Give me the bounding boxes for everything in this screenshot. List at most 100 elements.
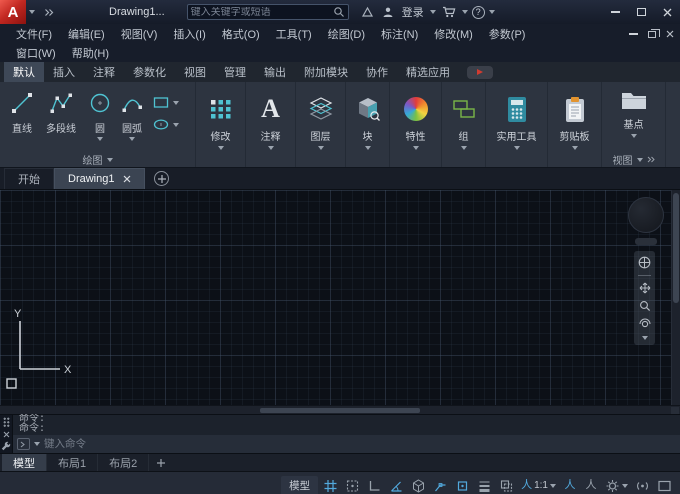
menu-draw[interactable]: 绘图(D) [320,26,373,42]
help-search-box[interactable] [187,4,349,20]
menu-edit[interactable]: 编辑(E) [60,26,113,42]
sign-in-button[interactable]: 登录 [402,4,424,20]
vertical-scrollbar[interactable] [671,190,680,405]
help-caret-icon[interactable] [489,10,495,14]
rectangle-tool-button[interactable] [152,95,179,110]
rectangle-flyout-caret-icon[interactable] [173,101,179,105]
search-input[interactable] [191,7,333,18]
minimize-button[interactable] [602,0,628,24]
viewcube[interactable] [628,197,664,233]
command-input[interactable] [44,438,680,450]
menu-file[interactable]: 文件(F) [8,26,60,42]
circle-flyout-caret-icon[interactable] [97,137,103,141]
menu-modify[interactable]: 修改(M) [426,26,481,42]
layout-tab-model[interactable]: 模型 [2,454,47,471]
panel-expand-icon[interactable] [647,156,655,163]
annotation-button[interactable]: A 注释 [246,82,295,167]
ribbon-tab-featured[interactable]: 精选应用 [397,62,459,82]
layout-tab-layout2[interactable]: 布局2 [98,454,149,471]
command-input-row[interactable] [13,435,680,453]
horizontal-scrollbar[interactable] [0,405,680,414]
ribbon-tab-view[interactable]: 视图 [175,62,215,82]
zoom-icon[interactable] [639,300,651,312]
ortho-mode-toggle[interactable] [365,476,384,494]
cart-caret-icon[interactable] [462,10,468,14]
ribbon-tab-insert[interactable]: 插入 [44,62,84,82]
new-layout-button[interactable] [149,454,173,471]
snap-mode-toggle[interactable] [343,476,362,494]
circle-tool-button[interactable]: 圆 [84,87,116,152]
wrench-icon[interactable] [1,441,11,451]
customize-command-icon[interactable] [17,438,30,450]
groups-button[interactable]: 组 [442,82,485,167]
ribbon-tab-addins[interactable]: 附加模块 [295,62,357,82]
viewcube-home-pill[interactable] [635,238,657,245]
modify-button[interactable]: 修改 [196,82,245,167]
ribbon-tab-manage[interactable]: 管理 [215,62,255,82]
search-icon[interactable] [333,6,345,18]
view-panel-title[interactable]: 视图 [602,152,665,167]
arc-flyout-caret-icon[interactable] [129,137,135,141]
new-drawing-button[interactable] [154,171,169,186]
draw-panel-title[interactable]: 绘图 [0,152,195,167]
annotation-monitor-toggle[interactable] [633,476,652,494]
horizontal-scroll-thumb[interactable] [260,408,420,413]
polyline-tool-button[interactable]: 多段线 [38,87,84,152]
app-menu-button[interactable]: A [0,0,26,24]
menu-insert[interactable]: 插入(I) [165,26,213,42]
app-menu-caret-icon[interactable] [29,10,35,14]
basepoint-button[interactable]: 基点 [602,82,665,152]
isodraft-toggle[interactable] [409,476,428,494]
steering-wheel-icon[interactable] [638,256,651,269]
annotation-autoscale-toggle[interactable]: 人 [582,476,600,494]
layers-button[interactable]: 图层 [296,82,345,167]
featured-videos-icon[interactable] [467,66,493,79]
orbit-icon[interactable] [639,318,651,330]
file-tab-close-icon[interactable] [123,175,131,183]
maximize-button[interactable] [628,0,654,24]
lineweight-toggle[interactable] [475,476,494,494]
drag-grip-icon[interactable] [3,417,10,428]
pan-icon[interactable] [639,282,651,294]
ellipse-tool-button[interactable] [152,117,179,132]
utilities-button[interactable]: 实用工具 [486,82,547,167]
menu-tools[interactable]: 工具(T) [268,26,320,42]
ribbon-tab-annotate[interactable]: 注释 [84,62,124,82]
app-store-cart-icon[interactable] [440,2,458,22]
menu-dimension[interactable]: 标注(N) [373,26,426,42]
object-snap-toggle[interactable] [453,476,472,494]
line-tool-button[interactable]: 直线 [6,87,38,152]
menu-parametric[interactable]: 参数(P) [481,26,534,42]
close-button[interactable] [654,0,680,24]
annotation-visibility-toggle[interactable]: 人 [561,476,579,494]
menu-window[interactable]: 窗口(W) [8,45,64,61]
a360-icon[interactable] [359,2,376,22]
ribbon-tab-home[interactable]: 默认 [4,62,44,82]
model-space-button[interactable]: 模型 [281,476,318,494]
doc-restore-icon[interactable] [648,31,656,38]
clipboard-button[interactable]: 剪贴板 [548,82,601,167]
sign-in-caret-icon[interactable] [430,10,436,14]
file-tab-start[interactable]: 开始 [4,168,54,189]
navbar-caret-icon[interactable] [642,336,648,340]
help-icon[interactable]: ? [472,6,485,19]
grid-display-toggle[interactable] [321,476,340,494]
object-snap-tracking-toggle[interactable] [431,476,450,494]
vertical-scroll-thumb[interactable] [673,193,679,303]
menu-help[interactable]: 帮助(H) [64,45,117,61]
clean-screen-toggle[interactable] [655,476,674,494]
ellipse-flyout-caret-icon[interactable] [173,123,179,127]
file-tab-drawing1[interactable]: Drawing1 [54,168,145,189]
command-close-icon[interactable] [3,431,10,438]
doc-minimize-icon[interactable] [629,33,638,35]
user-icon[interactable] [380,2,396,22]
ribbon-tab-collaborate[interactable]: 协作 [357,62,397,82]
ribbon-tab-output[interactable]: 输出 [255,62,295,82]
menu-view[interactable]: 视图(V) [113,26,166,42]
arc-tool-button[interactable]: 圆弧 [116,87,148,152]
transparency-toggle[interactable] [497,476,516,494]
polar-tracking-toggle[interactable] [387,476,406,494]
layout-tab-layout1[interactable]: 布局1 [47,454,98,471]
block-button[interactable]: 块 [346,82,389,167]
doc-close-icon[interactable] [666,30,674,38]
